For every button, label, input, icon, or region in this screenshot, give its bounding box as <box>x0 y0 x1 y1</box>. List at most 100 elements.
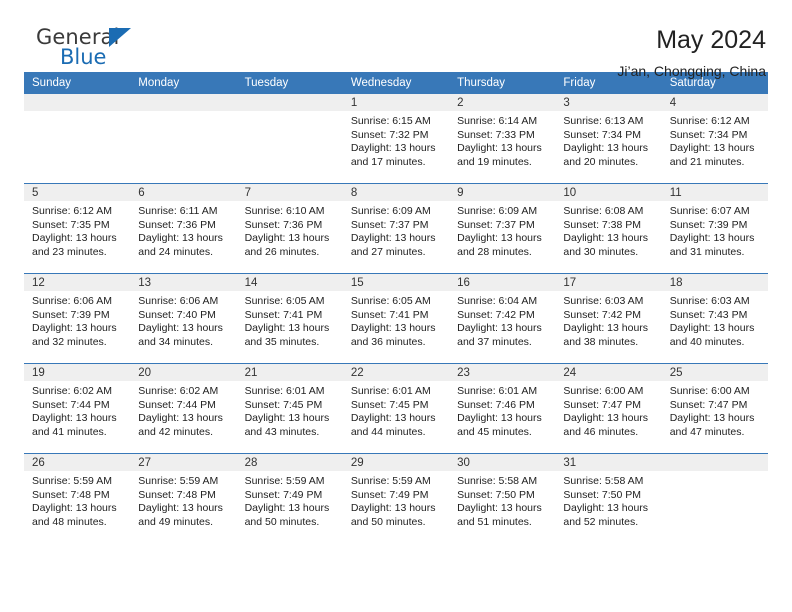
calendar-day-cell[interactable]: 14 Sunrise: 6:05 AM Sunset: 7:41 PM Dayligh… <box>236 273 343 364</box>
calendar-day-cell[interactable]: 10 Sunrise: 6:08 AM Sunset: 7:38 PM Dayligh… <box>555 183 662 274</box>
daylight-text-line2: and 44 minutes. <box>350 425 426 438</box>
day-number: 17 <box>555 274 662 291</box>
calendar-cell-empty <box>24 94 131 184</box>
calendar-day-cell[interactable]: 4 Sunrise: 6:12 AM Sunset: 7:34 PM Daylight… <box>661 94 768 184</box>
day-number <box>24 94 131 111</box>
sunset-text: Sunset: 7:50 PM <box>457 488 535 501</box>
sunrise-text: Sunrise: 6:05 AM <box>244 295 325 307</box>
sunrise-text: Sunrise: 6:03 AM <box>669 295 750 307</box>
daylight-text-line1: Daylight: 13 hours <box>669 412 755 425</box>
calendar-day-cell[interactable]: 19 Sunrise: 6:02 AM Sunset: 7:44 PM Dayligh… <box>24 363 131 454</box>
daylight-text-line1: Daylight: 13 hours <box>244 322 330 335</box>
calendar-day-cell[interactable]: 18 Sunrise: 6:03 AM Sunset: 7:43 PM Dayligh… <box>661 273 768 364</box>
daylight-text-line1: Daylight: 13 hours <box>138 322 223 335</box>
day-details: Sunrise: 6:14 AM Sunset: 7:33 PM Daylight:… <box>449 111 555 169</box>
calendar-day-cell[interactable]: 12 Sunrise: 6:06 AM Sunset: 7:39 PM Dayligh… <box>24 273 131 364</box>
calendar-day-cell[interactable]: 29 Sunrise: 5:59 AM Sunset: 7:49 PM Dayligh… <box>342 453 450 543</box>
day-cell-content: 26 Sunrise: 5:59 AM Sunset: 7:48 PM Dayligh… <box>24 454 131 543</box>
day-cell-content: 23 Sunrise: 6:01 AM Sunset: 7:46 PM Dayligh… <box>449 364 556 453</box>
sunrise-text: Sunrise: 6:02 AM <box>138 385 219 397</box>
day-number: 3 <box>555 94 662 111</box>
calendar-week-row: 1 Sunrise: 6:15 AM Sunset: 7:32 PM Daylight… <box>24 94 768 184</box>
calendar-day-cell[interactable]: 24 Sunrise: 6:00 AM Sunset: 7:47 PM Dayligh… <box>555 363 662 454</box>
sunrise-text: Sunrise: 5:58 AM <box>457 475 538 487</box>
day-cell-content: 28 Sunrise: 5:59 AM Sunset: 7:49 PM Dayligh… <box>236 454 343 543</box>
calendar-day-cell[interactable]: 27 Sunrise: 5:59 AM Sunset: 7:48 PM Dayligh… <box>130 453 237 543</box>
calendar-day-cell[interactable]: 30 Sunrise: 5:58 AM Sunset: 7:50 PM Dayligh… <box>449 453 556 543</box>
sunrise-text: Sunrise: 6:12 AM <box>669 115 750 127</box>
page-title: May 2024 <box>656 26 766 54</box>
sunrise-text: Sunrise: 5:59 AM <box>32 475 112 487</box>
daylight-text-line1: Daylight: 13 hours <box>669 232 755 245</box>
day-cell-content: 4 Sunrise: 6:12 AM Sunset: 7:34 PM Daylight… <box>661 94 768 183</box>
calendar-day-cell[interactable]: 3 Sunrise: 6:13 AM Sunset: 7:34 PM Daylight… <box>555 94 662 184</box>
sunset-text: Sunset: 7:41 PM <box>244 308 323 321</box>
day-cell-content: 15 Sunrise: 6:05 AM Sunset: 7:41 PM Dayligh… <box>342 274 450 363</box>
sunrise-text: Sunrise: 6:01 AM <box>350 385 431 397</box>
calendar-day-cell[interactable]: 9 Sunrise: 6:09 AM Sunset: 7:37 PM Daylight… <box>449 183 556 274</box>
calendar-day-cell[interactable]: 31 Sunrise: 5:58 AM Sunset: 7:50 PM Dayligh… <box>555 453 662 543</box>
calendar-day-cell[interactable]: 11 Sunrise: 6:07 AM Sunset: 7:39 PM Dayligh… <box>661 183 768 274</box>
sunrise-text: Sunrise: 6:07 AM <box>669 205 750 217</box>
calendar-day-cell[interactable]: 25 Sunrise: 6:00 AM Sunset: 7:47 PM Dayligh… <box>661 363 768 454</box>
calendar-day-cell[interactable]: 16 Sunrise: 6:04 AM Sunset: 7:42 PM Dayligh… <box>449 273 556 364</box>
daylight-text-line2: and 42 minutes. <box>138 425 213 438</box>
day-cell-content: 1 Sunrise: 6:15 AM Sunset: 7:32 PM Daylight… <box>342 94 450 183</box>
calendar-day-cell[interactable]: 22 Sunrise: 6:01 AM Sunset: 7:45 PM Dayligh… <box>342 363 450 454</box>
day-number: 15 <box>342 274 450 291</box>
page-header: General Blue May 2024 Ji’an, Chongqing, … <box>24 0 768 79</box>
day-details: Sunrise: 6:05 AM Sunset: 7:41 PM Daylight:… <box>343 291 449 349</box>
day-cell-content: 29 Sunrise: 5:59 AM Sunset: 7:49 PM Dayligh… <box>342 454 450 543</box>
day-number: 13 <box>130 274 237 291</box>
sunrise-text: Sunrise: 5:59 AM <box>244 475 325 487</box>
day-cell-content: 8 Sunrise: 6:09 AM Sunset: 7:37 PM Daylight… <box>342 184 450 273</box>
sunset-text: Sunset: 7:45 PM <box>244 398 323 411</box>
sunrise-text: Sunrise: 6:09 AM <box>350 205 431 217</box>
daylight-text-line2: and 37 minutes. <box>457 335 532 348</box>
day-details: Sunrise: 6:08 AM Sunset: 7:38 PM Daylight:… <box>555 201 661 259</box>
day-details: Sunrise: 6:13 AM Sunset: 7:34 PM Daylight:… <box>555 111 661 169</box>
day-number: 24 <box>555 364 662 381</box>
sunrise-text: Sunrise: 5:59 AM <box>138 475 219 487</box>
day-number: 30 <box>449 454 556 471</box>
calendar-day-cell[interactable]: 2 Sunrise: 6:14 AM Sunset: 7:33 PM Daylight… <box>449 94 556 184</box>
sunrise-text: Sunrise: 6:04 AM <box>457 295 538 307</box>
sunrise-text: Sunrise: 6:09 AM <box>457 205 538 217</box>
sunset-text: Sunset: 7:39 PM <box>32 308 110 321</box>
sunrise-text: Sunrise: 6:06 AM <box>32 295 112 307</box>
calendar-day-cell[interactable]: 21 Sunrise: 6:01 AM Sunset: 7:45 PM Dayligh… <box>236 363 343 454</box>
daylight-text-line1: Daylight: 13 hours <box>563 502 649 515</box>
day-details: Sunrise: 6:00 AM Sunset: 7:47 PM Daylight:… <box>662 381 768 439</box>
calendar-day-cell[interactable]: 15 Sunrise: 6:05 AM Sunset: 7:41 PM Dayligh… <box>342 273 450 364</box>
calendar-day-cell[interactable]: 26 Sunrise: 5:59 AM Sunset: 7:48 PM Dayligh… <box>24 453 131 543</box>
sunset-text: Sunset: 7:48 PM <box>32 488 110 501</box>
day-details: Sunrise: 6:01 AM Sunset: 7:45 PM Daylight:… <box>343 381 449 439</box>
sunset-text: Sunset: 7:47 PM <box>563 398 642 411</box>
sunset-text: Sunset: 7:49 PM <box>350 488 429 501</box>
sunrise-text: Sunrise: 6:10 AM <box>244 205 325 217</box>
sunset-text: Sunset: 7:39 PM <box>669 218 748 231</box>
day-details: Sunrise: 6:07 AM Sunset: 7:39 PM Daylight:… <box>662 201 768 259</box>
calendar-day-cell[interactable]: 7 Sunrise: 6:10 AM Sunset: 7:36 PM Daylight… <box>236 183 343 274</box>
day-cell-content: 22 Sunrise: 6:01 AM Sunset: 7:45 PM Dayligh… <box>342 364 450 453</box>
calendar-day-cell[interactable]: 17 Sunrise: 6:03 AM Sunset: 7:42 PM Dayligh… <box>555 273 662 364</box>
calendar-day-cell[interactable]: 20 Sunrise: 6:02 AM Sunset: 7:44 PM Dayligh… <box>130 363 237 454</box>
day-number: 5 <box>24 184 131 201</box>
sunset-text: Sunset: 7:42 PM <box>563 308 642 321</box>
day-number: 12 <box>24 274 131 291</box>
calendar-day-cell[interactable]: 28 Sunrise: 5:59 AM Sunset: 7:49 PM Dayligh… <box>236 453 343 543</box>
daylight-text-line1: Daylight: 13 hours <box>457 412 542 425</box>
calendar-day-cell[interactable]: 13 Sunrise: 6:06 AM Sunset: 7:40 PM Dayligh… <box>130 273 237 364</box>
day-cell-content: 16 Sunrise: 6:04 AM Sunset: 7:42 PM Dayligh… <box>449 274 556 363</box>
day-details: Sunrise: 6:06 AM Sunset: 7:39 PM Daylight:… <box>24 291 130 349</box>
calendar-day-cell[interactable]: 5 Sunrise: 6:12 AM Sunset: 7:35 PM Daylight… <box>24 183 131 274</box>
general-blue-logo[interactable]: General Blue <box>24 26 164 72</box>
day-cell-content: 17 Sunrise: 6:03 AM Sunset: 7:42 PM Dayligh… <box>555 274 662 363</box>
sunset-text: Sunset: 7:44 PM <box>138 398 216 411</box>
calendar-day-cell[interactable]: 23 Sunrise: 6:01 AM Sunset: 7:46 PM Dayligh… <box>449 363 556 454</box>
daylight-text-line2: and 46 minutes. <box>563 425 639 438</box>
calendar-day-cell[interactable]: 8 Sunrise: 6:09 AM Sunset: 7:37 PM Daylight… <box>342 183 450 274</box>
day-cell-content <box>130 94 237 183</box>
calendar-day-cell[interactable]: 6 Sunrise: 6:11 AM Sunset: 7:36 PM Daylight… <box>130 183 237 274</box>
calendar-day-cell[interactable]: 1 Sunrise: 6:15 AM Sunset: 7:32 PM Daylight… <box>342 94 450 184</box>
